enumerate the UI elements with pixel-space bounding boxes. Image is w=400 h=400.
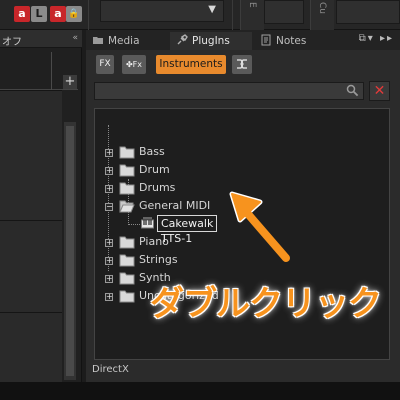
tree-item-label: Cakewalk TTS-1 xyxy=(157,215,218,245)
track-panel: オフ « + xyxy=(0,30,82,382)
folder-icon xyxy=(119,164,135,177)
expand-icon[interactable]: + xyxy=(105,239,113,247)
bottom-bar xyxy=(0,382,400,400)
toolbar-divider xyxy=(232,0,233,30)
open-folder-icon xyxy=(119,200,135,213)
automation-button[interactable]: a xyxy=(50,6,66,22)
midi-fx-filter-button[interactable]: ✤Fx xyxy=(122,55,146,74)
panel-controls[interactable]: ⧉▾ ▸▸ xyxy=(359,33,394,44)
add-track-button[interactable]: + xyxy=(63,75,77,89)
tree-connector xyxy=(108,125,109,271)
tree-item-label: Drum xyxy=(139,163,170,176)
lock-l-button[interactable]: L xyxy=(31,6,47,22)
expand-icon[interactable]: + xyxy=(105,185,113,193)
collapse-icon[interactable]: « xyxy=(72,33,78,43)
vertical-tab-cu[interactable]: Cu xyxy=(310,0,334,30)
keyboard-icon xyxy=(141,217,154,229)
scrollbar-thumb[interactable] xyxy=(66,126,74,376)
folder-icon xyxy=(119,272,135,285)
tree-item-label: Strings xyxy=(139,253,178,266)
tab-notes[interactable]: Notes xyxy=(254,32,336,50)
toolbar-divider xyxy=(88,0,89,30)
folder-icon xyxy=(119,236,135,249)
tree-item-label: Bass xyxy=(139,145,165,158)
tree-item-label: Piano xyxy=(139,235,169,248)
tree-item-label: General MIDI xyxy=(139,199,211,212)
plugin-search-input[interactable] xyxy=(94,82,364,100)
instruments-filter-button[interactable]: Instruments xyxy=(156,55,226,74)
collapse-icon[interactable]: − xyxy=(105,203,113,211)
record-arm-button[interactable]: a xyxy=(14,6,30,22)
track-row[interactable] xyxy=(0,221,62,313)
midi-plug-icon: ✤ xyxy=(125,60,133,69)
track-scrollbar[interactable] xyxy=(64,122,76,380)
folder-icon xyxy=(119,182,135,195)
expand-icon[interactable]: + xyxy=(105,257,113,265)
expand-icon[interactable]: + xyxy=(105,167,113,175)
tab-plugins[interactable]: PlugIns xyxy=(170,32,252,50)
header-label: オフ xyxy=(2,37,22,48)
folder-icon xyxy=(119,146,135,159)
notes-icon xyxy=(261,34,271,46)
search-icon xyxy=(346,84,359,97)
annotation-caption: ダブルクリック xyxy=(150,284,382,324)
clear-search-button[interactable]: ✕ xyxy=(369,81,390,101)
toolbar-block xyxy=(336,0,400,24)
browser-tabs: Media PlugIns Notes ⧉▾ ▸▸ xyxy=(86,30,400,50)
track-row[interactable] xyxy=(0,91,62,221)
track-dropdown[interactable]: ▼ xyxy=(100,0,224,22)
lock-icon[interactable]: 🔒 xyxy=(66,6,82,22)
plug-icon xyxy=(177,34,188,45)
tree-item-label: Drums xyxy=(139,181,176,194)
layout-icon xyxy=(237,59,247,69)
track-header: オフ « xyxy=(0,30,82,48)
plugin-filter-bar: FX ✤Fx Instruments xyxy=(86,51,400,79)
folder-icon xyxy=(119,254,135,267)
tab-media[interactable]: Media xyxy=(86,32,168,50)
folder-icon xyxy=(119,290,135,303)
fx-filter-button[interactable]: FX xyxy=(96,55,114,74)
expand-icon[interactable]: + xyxy=(105,149,113,157)
annotation-arrow-icon xyxy=(229,191,290,262)
plugin-status-label: DirectX xyxy=(92,364,129,375)
top-toolbar: a L a 🔒 ▼ E Cu xyxy=(0,0,400,30)
folder-icon xyxy=(93,37,103,44)
track-list xyxy=(0,90,62,382)
vertical-tab-e[interactable]: E xyxy=(240,0,264,30)
tree-connector xyxy=(128,224,140,225)
chevron-down-icon: ▼ xyxy=(208,4,216,15)
sort-filter-button[interactable] xyxy=(232,55,252,74)
expand-icon[interactable]: + xyxy=(105,275,113,283)
expand-icon[interactable]: + xyxy=(105,293,113,301)
toolbar-block xyxy=(264,0,304,24)
track-divider xyxy=(0,52,52,90)
